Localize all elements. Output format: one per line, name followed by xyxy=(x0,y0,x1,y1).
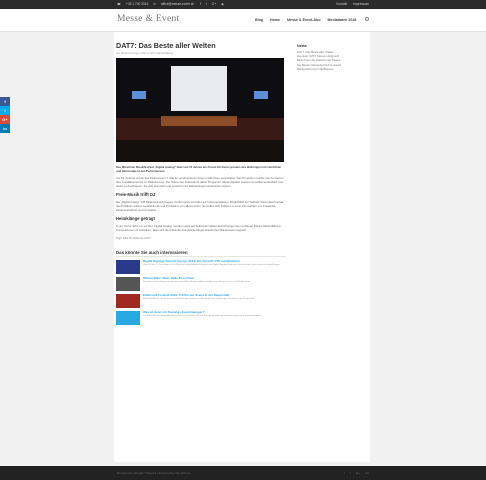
related-desc: Vom 16. bis 17. Juni trafen sich in Münc… xyxy=(143,263,281,266)
article-paragraph: In der Tat ist nicht nur auf den „Digita… xyxy=(116,224,281,232)
related-desc: Elektronik-Musik, Medienkunst und Worksh… xyxy=(143,297,255,300)
phone-icon: ☎ xyxy=(117,2,121,6)
top-link-kontakt[interactable]: Kontakt xyxy=(336,0,347,9)
footer-credits: Designed by Elegant Themes | Powered by … xyxy=(117,471,191,475)
sidebar: News DAT7: Das Beste aller Welten Evento… xyxy=(297,44,369,71)
related-thumbnail[interactable] xyxy=(116,311,140,325)
related-desc: Der Beruf des Hochzeitsplaners hat sich … xyxy=(143,314,262,317)
hero-image xyxy=(116,58,284,162)
footer-facebook-icon[interactable]: f xyxy=(344,466,345,480)
article-meta: von Robert Frizinger | Mai 4, 2017 | Ver… xyxy=(116,52,174,55)
mail-icon: ✉ xyxy=(153,2,156,6)
google-icon[interactable]: G+ xyxy=(212,0,216,9)
site-logo[interactable]: Messe & Event xyxy=(117,14,179,24)
related-item[interactable]: Wiener Wetz: Neue Halle 81 eröffnet Nach … xyxy=(116,277,286,291)
share-twitter-icon[interactable]: t xyxy=(0,106,10,115)
twitter-icon[interactable]: t xyxy=(206,0,207,9)
article-tags[interactable]: Tags: DIGITALANALOG DAT7 xyxy=(116,237,286,240)
related-item[interactable]: Digital Signage Summit Europe 2016: Die … xyxy=(116,260,286,274)
article-paragraph: Bei „Digital Analog“ trifft Elektronik a… xyxy=(116,200,284,212)
article-lead: Das Münchner Musikfestival „Digital Anal… xyxy=(116,165,282,173)
footer-twitter-icon[interactable]: t xyxy=(350,466,351,480)
related-item[interactable]: Was ist denn ein Trauungs-Eventmanager? D… xyxy=(116,311,286,325)
site-header: Messe & Event Blog Home Messe & Event-Ab… xyxy=(0,9,486,32)
share-facebook-icon[interactable]: f xyxy=(0,97,10,106)
related-item[interactable]: Elektronik Festival 2016: Treffen der Sz… xyxy=(116,294,286,308)
sidebar-news-link[interactable]: Markenführung im B2B-Event xyxy=(297,67,369,71)
related-thumbnail[interactable] xyxy=(116,260,140,274)
top-link-impressum[interactable]: Impressum xyxy=(353,0,369,9)
site-footer: Designed by Elegant Themes | Powered by … xyxy=(0,466,486,480)
main-nav: Blog Home Messe & Event-Abo Mediadaten 2… xyxy=(255,18,356,22)
nav-item-mediadaten[interactable]: Mediadaten 2018 xyxy=(328,18,357,22)
related-heading: Das könnte Sie auch interessieren xyxy=(116,250,286,257)
article-title: DAT7: Das Beste aller Welten xyxy=(116,41,216,50)
article-subheading: Heimklänge getragt xyxy=(116,216,155,221)
facebook-icon[interactable]: f xyxy=(200,0,201,9)
article: DAT7: Das Beste aller Welten von Robert … xyxy=(116,42,286,325)
nav-item-abo[interactable]: Messe & Event-Abo xyxy=(287,18,321,22)
share-google-icon[interactable]: G+ xyxy=(0,115,10,124)
related-desc: Nach drei Jahren Bauzeit wurde die neue … xyxy=(143,280,251,283)
related-thumbnail[interactable] xyxy=(116,277,140,291)
top-bar: ☎ +43 1 740 3316 ✉ office@messe-event.at ft… xyxy=(0,0,486,9)
nav-item-home[interactable]: Home xyxy=(270,18,280,22)
rss-icon[interactable]: ◉ xyxy=(221,0,224,9)
share-bar: f t G+ in xyxy=(0,97,10,133)
related-thumbnail[interactable] xyxy=(116,294,140,308)
top-phone[interactable]: +43 1 740 3316 xyxy=(126,0,148,9)
share-linkedin-icon[interactable]: in xyxy=(0,124,10,133)
footer-google-icon[interactable]: G+ xyxy=(356,466,360,480)
article-subheading: Freie-Musik trifft DJ xyxy=(116,192,156,197)
nav-item-blog[interactable]: Blog xyxy=(255,18,263,22)
footer-rss-icon[interactable]: rss xyxy=(365,466,369,480)
search-icon[interactable] xyxy=(365,17,369,21)
top-email[interactable]: office@messe-event.at xyxy=(161,0,194,9)
article-paragraph: Am 16. Februar wurde das Festival zum 7.… xyxy=(116,176,284,188)
sidebar-title: News xyxy=(297,44,307,48)
